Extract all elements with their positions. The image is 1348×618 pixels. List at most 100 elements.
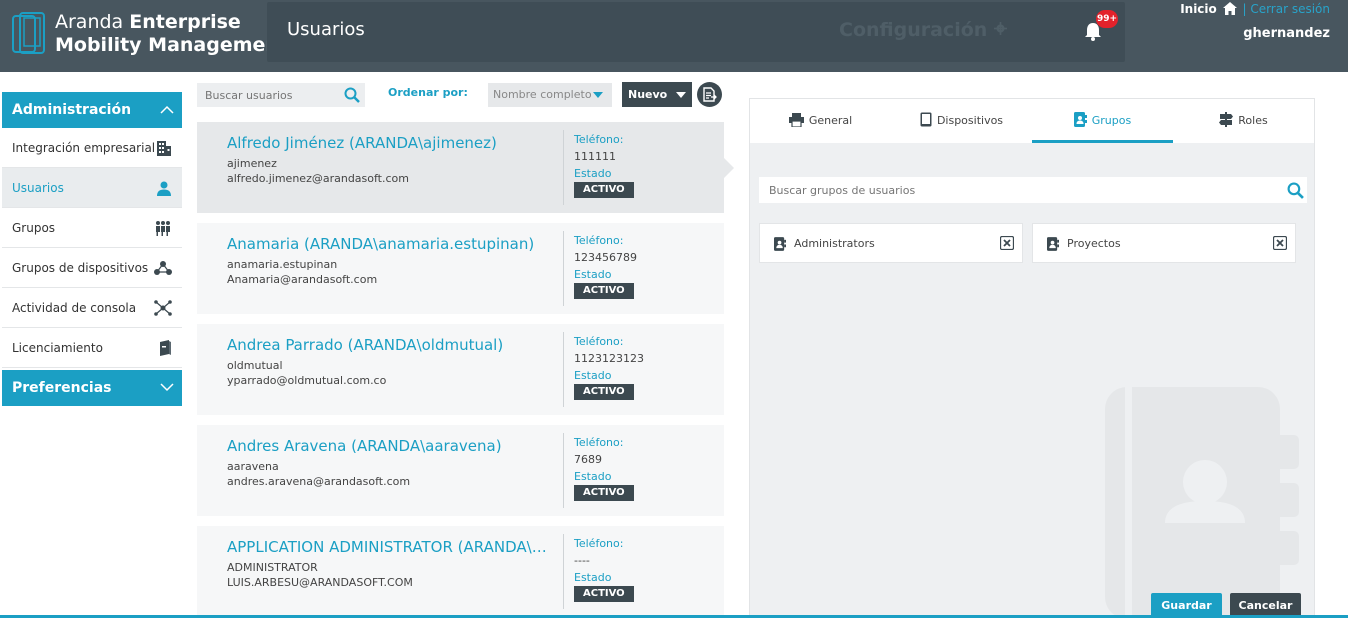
user-login: ajimenez: [227, 157, 277, 170]
state-label: Estado: [574, 268, 612, 281]
phone-label: Teléfono:: [574, 335, 624, 348]
tab-dispositivos[interactable]: Dispositivos: [891, 99, 1032, 143]
user-list: Alfredo Jiménez (ARANDA\ajimenez) ajimen…: [197, 122, 734, 618]
user-login: anamaria.estupinan: [227, 258, 338, 271]
app-name-light: Aranda: [55, 11, 124, 33]
state-label: Estado: [574, 167, 612, 180]
export-button[interactable]: [697, 82, 722, 107]
phone-label: Teléfono:: [574, 436, 624, 449]
export-icon: [703, 87, 717, 102]
user-fullname[interactable]: Andres Aravena (ARANDA\aaravena): [227, 437, 502, 455]
search-icon[interactable]: [344, 87, 360, 103]
sidebar-item-label: Grupos de dispositivos: [12, 261, 149, 275]
contacts-icon: [1073, 112, 1087, 127]
sidebar-item-label: Grupos: [12, 221, 56, 235]
sidebar-item-integracion[interactable]: Integración empresarial: [2, 128, 182, 168]
user-phone: ----: [574, 554, 590, 567]
app-logo[interactable]: Aranda Enterprise Mobility Management: [12, 10, 288, 60]
contacts-watermark-icon: [1105, 387, 1299, 618]
logout-link[interactable]: Cerrar sesión: [1250, 2, 1330, 16]
user-search-box: [197, 83, 365, 107]
new-button[interactable]: Nuevo: [622, 82, 692, 107]
user-fullname[interactable]: Andrea Parrado (ARANDA\oldmutual): [227, 336, 503, 354]
sidebar-item-licenciamiento[interactable]: Licenciamiento: [2, 328, 182, 368]
user-card[interactable]: Andrea Parrado (ARANDA\oldmutual) oldmut…: [197, 324, 724, 415]
sidebar: Administración Integración empresarial U…: [2, 92, 182, 406]
tab-label: Dispositivos: [936, 114, 1004, 127]
user-fullname[interactable]: APPLICATION ADMINISTRATOR (ARANDA\AD...: [227, 538, 553, 556]
chevron-down-icon: [160, 383, 174, 392]
remove-icon[interactable]: [1273, 236, 1287, 250]
tab-grupos[interactable]: Grupos: [1032, 99, 1173, 143]
config-label: Configuración: [839, 19, 988, 41]
tab-label: Roles: [1238, 114, 1268, 127]
printer-icon: [788, 113, 804, 128]
caret-down-icon: [593, 92, 603, 98]
sidebar-item-grupos[interactable]: Grupos: [2, 208, 182, 248]
user-card[interactable]: Alfredo Jiménez (ARANDA\ajimenez) ajimen…: [197, 122, 734, 213]
user-fullname[interactable]: Alfredo Jiménez (ARANDA\ajimenez): [227, 134, 497, 152]
user-fullname[interactable]: Anamaria (ARANDA\anamaria.estupinan): [227, 235, 534, 253]
state-label: Estado: [574, 369, 612, 382]
gear-icon: [993, 22, 1007, 35]
page-title: Usuarios: [287, 19, 365, 40]
notifications-badge[interactable]: 99+: [1096, 10, 1118, 28]
sidebar-item-usuarios[interactable]: Usuarios: [2, 168, 182, 208]
sidebar-section-administracion[interactable]: Administración: [2, 92, 182, 128]
username: ghernandez: [1243, 26, 1330, 41]
building-icon: [157, 141, 171, 156]
user-card[interactable]: APPLICATION ADMINISTRATOR (ARANDA\AD... …: [197, 526, 724, 617]
sidebar-item-grupos-dispositivos[interactable]: Grupos de dispositivos: [2, 248, 182, 288]
network-icon: [154, 300, 172, 316]
user-email: LUIS.ARBESU@ARANDASOFT.COM: [227, 576, 413, 589]
group-chip: Proyectos: [1032, 223, 1296, 263]
sidebar-section-preferencias[interactable]: Preferencias: [2, 370, 182, 406]
user-card[interactable]: Anamaria (ARANDA\anamaria.estupinan) ana…: [197, 223, 724, 314]
search-icon[interactable]: [1287, 182, 1304, 199]
status-badge: ACTIVO: [574, 384, 634, 400]
license-icon: [160, 340, 171, 356]
card-divider: [563, 433, 564, 508]
user-search-input[interactable]: [197, 83, 337, 107]
tab-roles[interactable]: Roles: [1173, 99, 1314, 143]
config-menu[interactable]: Configuración: [839, 19, 1007, 41]
state-label: Estado: [574, 470, 612, 483]
home-link[interactable]: Inicio: [1180, 2, 1217, 16]
app-header: Aranda Enterprise Mobility Management Us…: [0, 0, 1348, 72]
contacts-icon: [1047, 237, 1059, 251]
user-email: alfredo.jimenez@arandasoft.com: [227, 172, 409, 185]
card-divider: [563, 332, 564, 407]
status-badge: ACTIVO: [574, 586, 634, 602]
phone-label: Teléfono:: [574, 537, 624, 550]
sidebar-item-actividad[interactable]: Actividad de consola: [2, 288, 182, 328]
group-search-box: [759, 177, 1307, 203]
tab-label: Grupos: [1091, 114, 1132, 127]
sidebar-item-label: Licenciamiento: [12, 341, 103, 355]
user-icon: [157, 181, 171, 196]
user-card[interactable]: Andres Aravena (ARANDA\aaravena) aaraven…: [197, 425, 724, 516]
remove-icon[interactable]: [1000, 236, 1014, 250]
section-label: Administración: [12, 102, 132, 118]
tab-general[interactable]: General: [750, 99, 891, 143]
state-label: Estado: [574, 571, 612, 584]
group-name: Administrators: [794, 237, 875, 250]
user-phone: 7689: [574, 453, 602, 466]
home-icon[interactable]: [1222, 2, 1237, 15]
group-search-input[interactable]: [759, 177, 1259, 203]
caret-down-icon: [676, 92, 686, 98]
chevron-up-icon: [160, 105, 174, 114]
device-group-icon: [154, 261, 172, 275]
order-select[interactable]: Nombre completo: [488, 83, 612, 107]
app-name-line2: Mobility Management: [55, 34, 289, 56]
detail-tabs: General Dispositivos Grupos Roles: [750, 99, 1314, 143]
user-email: yparrado@oldmutual.com.co: [227, 374, 387, 387]
user-phone: 111111: [574, 150, 616, 163]
tab-label: General: [808, 114, 853, 127]
order-label: Ordenar por:: [388, 86, 468, 99]
link-separator: |: [1242, 2, 1247, 16]
top-links: Inicio | Cerrar sesión: [1180, 2, 1330, 16]
phone-label: Teléfono:: [574, 234, 624, 247]
card-divider: [563, 231, 564, 306]
app-name: Aranda Enterprise Mobility Management: [55, 11, 288, 57]
user-email: andres.aravena@arandasoft.com: [227, 475, 411, 488]
